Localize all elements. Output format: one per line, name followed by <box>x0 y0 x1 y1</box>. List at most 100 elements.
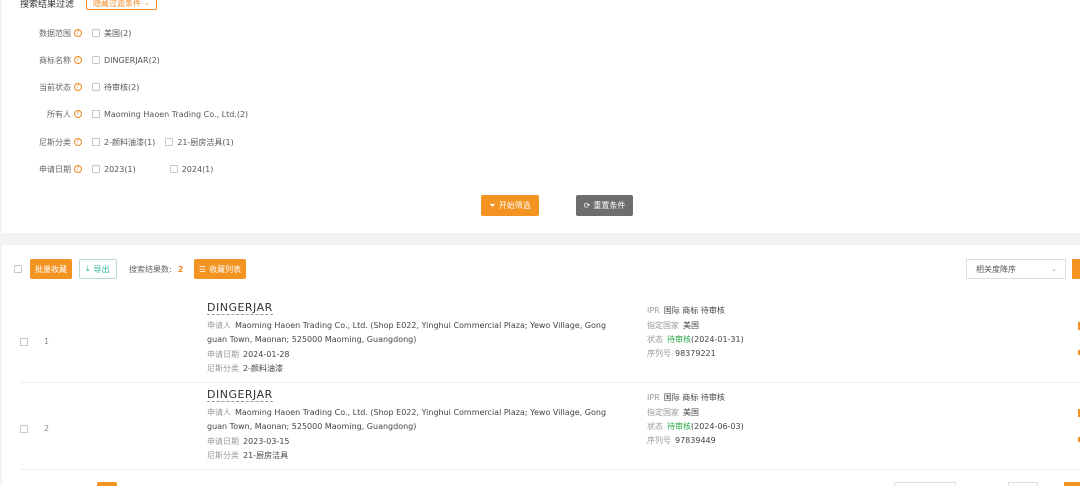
filter-row-status: 当前状态? 待审核(2) <box>2 81 139 93</box>
row-divider <box>20 469 1080 470</box>
serial-line: 序列号 98379221 <box>647 348 716 359</box>
row-checkbox[interactable] <box>20 338 28 346</box>
country-value: 美国 <box>683 408 699 417</box>
option-label: 21-厨房洁具(1) <box>177 137 234 147</box>
checkbox[interactable] <box>92 110 100 118</box>
filter-option[interactable]: 21-厨房洁具(1) <box>165 137 234 148</box>
checkbox[interactable] <box>92 165 100 173</box>
field-key: 尼斯分类 <box>207 451 239 460</box>
option-label: DINGERJAR(2) <box>104 55 160 65</box>
applicant-value: Maoming Haoen Trading Co., Ltd. (Shop E0… <box>235 408 607 417</box>
result-count-value: 2 <box>177 264 184 274</box>
pagination-select[interactable] <box>894 482 956 486</box>
result-row: 2 DINGERJAR 申请人 Maoming Haoen Trading Co.… <box>2 387 1080 474</box>
start-filter-button[interactable]: ⏷ 开始筛选 <box>481 195 539 216</box>
filter-option[interactable]: 2023(1) <box>92 165 136 174</box>
serial-value: 97839449 <box>675 436 716 445</box>
apply-date-line: 申请日期 2023-03-15 <box>207 436 290 447</box>
filter-option[interactable]: 2024(1) <box>169 165 213 174</box>
filter-row-data-scope: 数据范围? 美国(2) <box>2 27 131 39</box>
sort-select[interactable]: 相关度降序 ⌄ <box>966 259 1066 279</box>
results-panel: 批量收藏 ⤓ 导出 搜索结果数: 2 ☰ 收藏列表 相关度降序 ⌄ 1 DING… <box>2 245 1080 486</box>
help-icon[interactable]: ? <box>74 138 82 146</box>
status-line: 状态 待审核(2024-06-03) <box>647 421 744 432</box>
export-button[interactable]: ⤓ 导出 <box>79 259 117 279</box>
trademark-name-link[interactable]: DINGERJAR <box>207 301 273 315</box>
status-date: (2024-01-31) <box>691 335 744 344</box>
row-index: 1 <box>44 337 50 346</box>
filter-option[interactable]: 2-颜料油漆(1) <box>92 137 155 148</box>
filter-label: 所有人 <box>47 109 71 119</box>
nice-class-line: 尼斯分类 2-颜料油漆 <box>207 363 283 374</box>
filter-label: 申请日期 <box>39 164 71 174</box>
hide-filter-label: 隐藏过滤条件 <box>93 0 142 8</box>
filter-option[interactable]: DINGERJAR(2) <box>92 56 160 65</box>
country-line: 指定国家 美国 <box>647 320 699 331</box>
apply-date-value: 2023-03-15 <box>243 437 290 446</box>
field-key: 序列号 <box>647 349 671 358</box>
checkbox[interactable] <box>165 138 174 146</box>
applicant-value: Maoming Haoen Trading Co., Ltd. (Shop E0… <box>235 321 607 330</box>
collect-list-label: 收藏列表 <box>209 264 242 274</box>
help-icon[interactable]: ? <box>74 165 82 173</box>
refresh-icon: ⟳ <box>583 201 591 210</box>
batch-collect-button[interactable]: 批量收藏 <box>30 259 72 279</box>
help-icon[interactable]: ? <box>74 110 82 118</box>
option-label: 待审核(2) <box>104 82 140 92</box>
applicant-value: guan Town, Maonan; 525000 Maoming, Guang… <box>207 335 417 344</box>
filter-option[interactable]: 待审核(2) <box>92 82 139 93</box>
row-checkbox[interactable] <box>20 425 28 433</box>
help-icon[interactable]: ? <box>74 56 82 64</box>
filter-row-owner: 所有人? Maoming Haoen Trading Co., Ltd.(2) <box>2 108 248 120</box>
status-line: 状态 待审核(2024-01-31) <box>647 334 744 345</box>
applicant-value: guan Town, Maonan; 525000 Maoming, Guang… <box>207 422 417 431</box>
filter-label: 数据范围 <box>39 28 71 38</box>
checkbox[interactable] <box>92 29 100 37</box>
result-count-label: 搜索结果数: <box>129 264 172 274</box>
field-key: 指定国家 <box>647 408 679 417</box>
ipr-line: IPR 国际 商标 待审核 <box>647 392 725 403</box>
chevron-down-icon: ⌄ <box>144 0 150 7</box>
ipr-value: 国际 商标 待审核 <box>663 393 725 402</box>
apply-date-value: 2024-01-28 <box>243 350 290 359</box>
checkbox[interactable] <box>92 83 100 91</box>
trademark-name-link[interactable]: DINGERJAR <box>207 388 273 402</box>
option-label: 2-颜料油漆(1) <box>104 137 156 147</box>
nice-class-value: 2-颜料油漆 <box>243 364 283 373</box>
pagination-jump-input[interactable] <box>1008 482 1038 486</box>
filter-option[interactable]: 美国(2) <box>92 28 131 39</box>
nice-class-value: 21-厨房洁具 <box>243 451 289 460</box>
pagination-go-button[interactable] <box>1064 482 1080 486</box>
filter-label: 当前状态 <box>39 82 71 92</box>
field-key: 状态 <box>647 422 663 431</box>
checkbox[interactable] <box>92 56 100 64</box>
field-key: 尼斯分类 <box>207 364 239 373</box>
serial-value: 98379221 <box>675 349 716 358</box>
select-all-checkbox[interactable] <box>14 265 22 273</box>
country-line: 指定国家 美国 <box>647 407 699 418</box>
status-value: 待审核 <box>667 422 691 431</box>
filter-option[interactable]: Maoming Haoen Trading Co., Ltd.(2) <box>92 110 248 119</box>
start-filter-label: 开始筛选 <box>498 201 531 210</box>
reset-filter-button[interactable]: ⟳ 重置条件 <box>576 195 633 216</box>
option-label: 2023(1) <box>104 164 136 174</box>
result-row: 1 DINGERJAR 申请人 Maoming Haoen Trading Co.… <box>2 300 1080 387</box>
help-icon[interactable]: ? <box>74 29 82 37</box>
download-icon: ⤓ <box>86 264 90 273</box>
edge-action-button[interactable] <box>1072 259 1080 279</box>
applicant-line: 申请人 Maoming Haoen Trading Co., Ltd. (Shop… <box>207 407 606 418</box>
field-key: 序列号 <box>647 436 671 445</box>
reset-filter-label: 重置条件 <box>593 201 626 210</box>
checkbox[interactable] <box>169 165 178 173</box>
collect-list-button[interactable]: ☰ 收藏列表 <box>194 259 246 279</box>
ipr-line: IPR 国际 商标 待审核 <box>647 305 725 316</box>
checkbox[interactable] <box>92 138 100 146</box>
serial-line: 序列号 97839449 <box>647 435 716 446</box>
filter-row-apply-date: 申请日期? 2023(1) 2024(1) <box>2 163 213 175</box>
filter-icon: ⏷ <box>489 200 496 210</box>
field-key: 状态 <box>647 335 663 344</box>
status-date: (2024-06-03) <box>691 422 744 431</box>
pagination-size-button[interactable] <box>97 482 117 486</box>
hide-filter-toggle[interactable]: 隐藏过滤条件 ⌄ <box>86 0 157 10</box>
help-icon[interactable]: ? <box>74 83 82 91</box>
